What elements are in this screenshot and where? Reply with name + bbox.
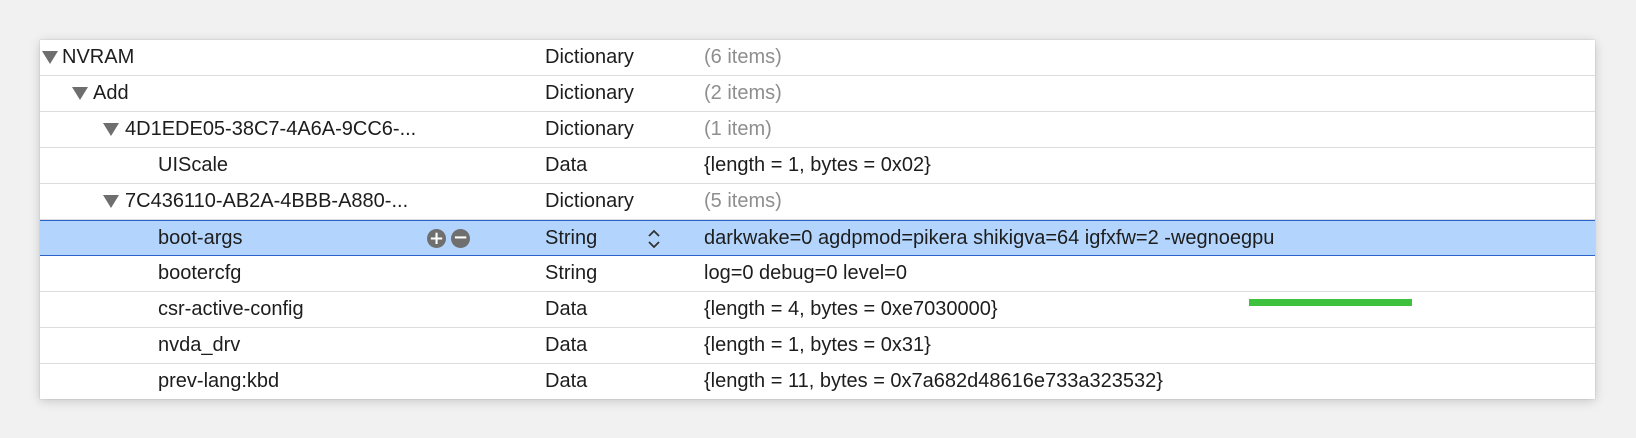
type-stepper-icon[interactable] <box>647 227 661 251</box>
value-cell[interactable]: (1 item) <box>665 112 1595 146</box>
value-cell[interactable]: log=0 debug=0 level=0 <box>665 256 1595 290</box>
row-key: csr-active-config <box>158 298 304 320</box>
value-cell[interactable]: (6 items) <box>665 40 1595 74</box>
key-cell: bootercfg <box>40 256 505 290</box>
type-cell[interactable]: Data <box>505 292 665 326</box>
row-type: Data <box>545 370 588 392</box>
row-key: prev-lang:kbd <box>158 370 280 392</box>
key-cell: boot-args + − <box>40 221 505 255</box>
plist-row-csr-active-config[interactable]: csr-active-config Data {length = 4, byte… <box>40 292 1595 328</box>
plist-row-uiscale[interactable]: UIScale Data {length = 1, bytes = 0x02} <box>40 148 1595 184</box>
key-cell: UIScale <box>40 148 505 182</box>
value-cell[interactable]: {length = 1, bytes = 0x02} <box>665 148 1595 182</box>
key-cell: prev-lang:kbd <box>40 364 505 398</box>
disclosure-triangle-icon[interactable] <box>42 51 58 64</box>
row-type: Dictionary <box>545 82 634 104</box>
value-cell[interactable]: {length = 4, bytes = 0xe7030000} <box>665 292 1595 326</box>
row-key: Add <box>93 82 129 104</box>
value-cell[interactable]: (5 items) <box>665 184 1595 218</box>
row-type: String <box>545 227 598 249</box>
plist-row-nvram[interactable]: NVRAM Dictionary (6 items) <box>40 40 1595 76</box>
highlight-underline <box>1249 299 1412 306</box>
type-cell[interactable]: String <box>505 221 665 255</box>
key-cell: csr-active-config <box>40 292 505 326</box>
value-cell[interactable]: (2 items) <box>665 76 1595 110</box>
type-cell[interactable]: Data <box>505 328 665 362</box>
value-cell[interactable]: darkwake=0 agdpmod=pikera shikigva=64 ig… <box>665 221 1595 255</box>
plist-editor-panel: NVRAM Dictionary (6 items) Add Dictionar… <box>40 40 1595 399</box>
key-cell: 4D1EDE05-38C7-4A6A-9CC6-... <box>40 112 505 146</box>
row-value: {length = 4, bytes = 0xe7030000} <box>704 298 998 320</box>
row-key: boot-args <box>158 227 243 249</box>
row-type: Dictionary <box>545 46 634 68</box>
row-key: 4D1EDE05-38C7-4A6A-9CC6-... <box>125 118 417 140</box>
row-key: UIScale <box>158 154 229 176</box>
row-value: {length = 11, bytes = 0x7a682d48616e733a… <box>704 370 1163 392</box>
row-type: Data <box>545 334 588 356</box>
row-value: (2 items) <box>704 82 782 104</box>
row-key: NVRAM <box>62 46 135 68</box>
key-cell: 7C436110-AB2A-4BBB-A880-... <box>40 184 505 218</box>
row-value: {length = 1, bytes = 0x02} <box>704 154 931 176</box>
row-value: log=0 debug=0 level=0 <box>704 262 907 284</box>
plist-row-boot-args[interactable]: boot-args + − String darkwake=0 agdpmod=… <box>40 220 1595 256</box>
row-key: nvda_drv <box>158 334 241 356</box>
plist-row-add[interactable]: Add Dictionary (2 items) <box>40 76 1595 112</box>
type-cell[interactable]: String <box>505 256 665 290</box>
row-key: bootercfg <box>158 262 242 284</box>
row-type: Data <box>545 298 588 320</box>
plist-row-guid-7c436110[interactable]: 7C436110-AB2A-4BBB-A880-... Dictionary (… <box>40 184 1595 220</box>
row-value: (5 items) <box>704 190 782 212</box>
type-cell[interactable]: Dictionary <box>505 76 665 110</box>
value-cell[interactable]: {length = 1, bytes = 0x31} <box>665 328 1595 362</box>
value-cell[interactable]: {length = 11, bytes = 0x7a682d48616e733a… <box>665 364 1595 398</box>
type-cell[interactable]: Dictionary <box>505 184 665 218</box>
plist-row-nvda-drv[interactable]: nvda_drv Data {length = 1, bytes = 0x31} <box>40 328 1595 364</box>
type-cell[interactable]: Data <box>505 148 665 182</box>
row-value: (6 items) <box>704 46 782 68</box>
add-item-button[interactable]: + <box>427 229 446 248</box>
plist-row-bootercfg[interactable]: bootercfg String log=0 debug=0 level=0 <box>40 256 1595 292</box>
key-cell: Add <box>40 76 505 110</box>
key-cell: nvda_drv <box>40 328 505 362</box>
disclosure-triangle-icon[interactable] <box>103 123 119 136</box>
row-value: {length = 1, bytes = 0x31} <box>704 334 931 356</box>
key-cell: NVRAM <box>40 40 505 74</box>
type-cell[interactable]: Dictionary <box>505 40 665 74</box>
disclosure-triangle-icon[interactable] <box>103 195 119 208</box>
type-cell[interactable]: Dictionary <box>505 112 665 146</box>
row-type: Dictionary <box>545 190 634 212</box>
row-type: String <box>545 262 598 284</box>
remove-item-button[interactable]: − <box>451 229 470 248</box>
row-value: darkwake=0 agdpmod=pikera shikigva=64 ig… <box>704 227 1275 249</box>
row-type: Dictionary <box>545 118 634 140</box>
plist-row-prev-lang-kbd[interactable]: prev-lang:kbd Data {length = 11, bytes =… <box>40 364 1595 399</box>
row-key: 7C436110-AB2A-4BBB-A880-... <box>125 190 409 212</box>
plist-row-guid-4d1ede05[interactable]: 4D1EDE05-38C7-4A6A-9CC6-... Dictionary (… <box>40 112 1595 148</box>
disclosure-triangle-icon[interactable] <box>72 87 88 100</box>
type-cell[interactable]: Data <box>505 364 665 398</box>
row-type: Data <box>545 154 588 176</box>
row-value: (1 item) <box>704 118 772 140</box>
